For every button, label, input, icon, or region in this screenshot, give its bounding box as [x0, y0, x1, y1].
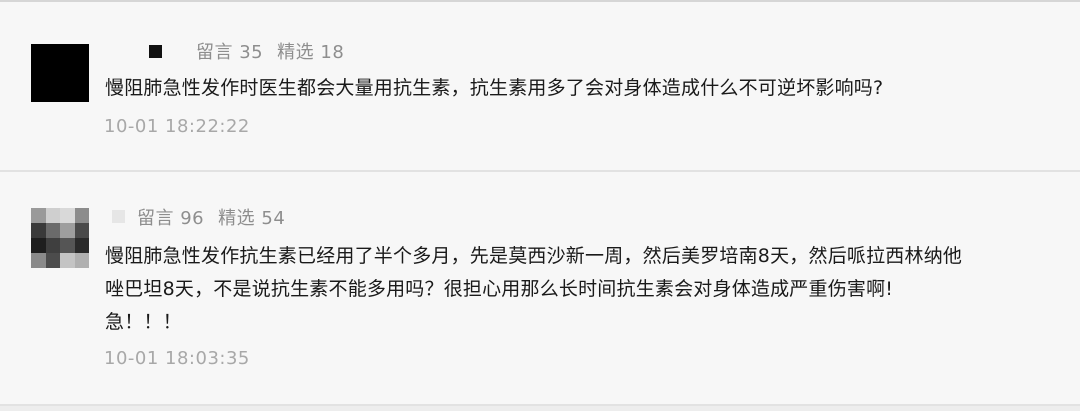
- comment-text: 慢阻肺急性发作时医生都会大量用抗生素，抗生素用多了会对身体造成什么不可逆坏影响吗…: [105, 72, 1045, 105]
- picks-count: 精选 54: [218, 208, 286, 229]
- picks-count: 精选 18: [277, 42, 345, 63]
- comment-stats: 留言 96 精选 54: [137, 204, 285, 230]
- comment-line: 唑巴坦8天，不是说抗生素不能多用吗？很担心用那么长时间抗生素会对身体造成严重伤害…: [105, 278, 894, 300]
- comment-card: 留言 35 精选 18 慢阻肺急性发作时医生都会大量用抗生素，抗生素用多了会对身体…: [0, 2, 1080, 170]
- replies-count: 留言 35: [196, 42, 264, 63]
- avatar[interactable]: [31, 44, 89, 102]
- replies-count: 留言 96: [137, 208, 205, 229]
- avatar[interactable]: [31, 208, 89, 268]
- comment-stats: 留言 35 精选 18: [196, 38, 344, 64]
- comment-line: 慢阻肺急性发作时医生都会大量用抗生素，抗生素用多了会对身体造成什么不可逆坏影响吗…: [105, 77, 884, 99]
- comment-line: 急！！！: [105, 311, 182, 333]
- comment-line: 慢阻肺急性发作抗生素已经用了半个多月，先是莫西沙新一周，然后美罗培南8天，然后哌…: [105, 245, 963, 267]
- redacted-username: [149, 45, 162, 58]
- comment-timestamp: 10-01 18:22:22: [104, 116, 250, 137]
- comment-timestamp: 10-01 18:03:35: [104, 348, 250, 369]
- comment-card: 留言 96 精选 54 慢阻肺急性发作抗生素已经用了半个多月，先是莫西沙新一周，然…: [0, 172, 1080, 404]
- redacted-username: [112, 210, 125, 223]
- divider: [0, 404, 1080, 406]
- comment-text: 慢阻肺急性发作抗生素已经用了半个多月，先是莫西沙新一周，然后美罗培南8天，然后哌…: [105, 240, 1045, 339]
